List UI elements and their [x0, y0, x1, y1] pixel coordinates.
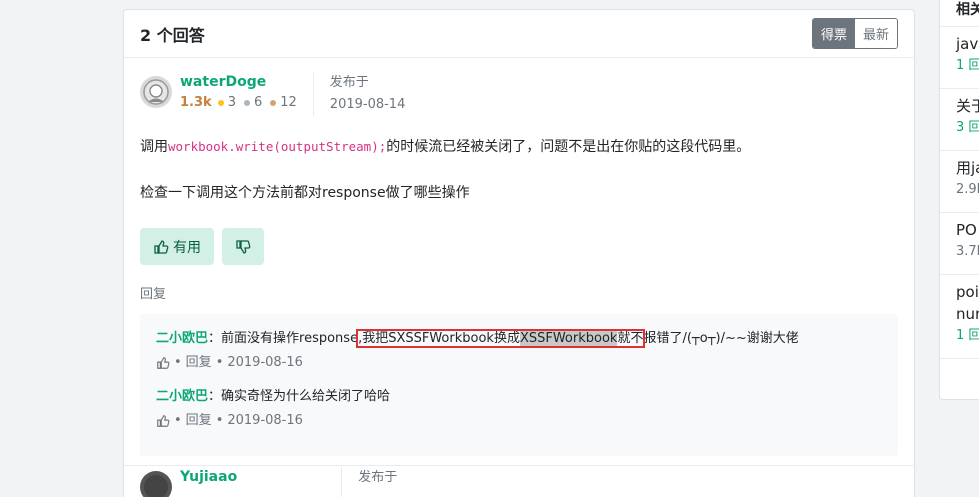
related-question-stat: 3.7k: [956, 244, 979, 259]
comment-body: ,我把SXSSFWorkbook换成: [358, 331, 520, 346]
related-question-item[interactable]: 关于 3 回: [940, 89, 979, 151]
user-avatar-icon: [144, 475, 168, 497]
related-question-stat: 1 回: [956, 58, 979, 73]
related-question-stat: 3 回: [956, 120, 979, 135]
sort-toggle: 得票 最新: [811, 18, 898, 49]
upvote-label: 有用: [173, 239, 201, 256]
related-question-title[interactable]: 用ja: [956, 157, 979, 179]
avatar[interactable]: [140, 76, 172, 108]
answer-item: waterDoge 1.3k 3 6 12 发布于 2019-08-14 调用w…: [124, 58, 914, 456]
sort-by-votes-button[interactable]: 得票: [812, 19, 855, 48]
related-question-title[interactable]: PO: [956, 219, 979, 241]
comment-reply-link[interactable]: 回复: [186, 352, 212, 374]
silver-badge-icon: [243, 100, 250, 106]
thumbs-up-icon: [154, 239, 169, 254]
answer-author-row: waterDoge 1.3k 3 6 12 发布于 2019-08-14: [140, 58, 898, 118]
comments-section: 二小欧巴：前面没有操作response,我把SXSSFWorkbook换成XSS…: [140, 314, 898, 456]
related-question-title[interactable]: java: [956, 33, 979, 55]
meta-separator: •: [174, 355, 182, 370]
related-question-item[interactable]: PO 3.7k: [940, 213, 979, 275]
answer-paragraph: 检查一下调用这个方法前都对response做了哪些操作: [140, 185, 470, 201]
answer-item: Yujiaao 发布于: [140, 467, 397, 497]
comment-body: 就不: [617, 331, 644, 346]
comment-item: 二小欧巴：前面没有操作response,我把SXSSFWorkbook换成XSS…: [156, 326, 882, 374]
publish-info: 发布于 2019-08-14: [330, 72, 406, 116]
upvote-button[interactable]: 有用: [140, 228, 214, 265]
comment-item: 二小欧巴：确实奇怪为什么给关闭了哈哈 • 回复 • 2019-08-16: [156, 384, 882, 432]
comment-like-icon: [157, 357, 170, 369]
comment-text: 二小欧巴：确实奇怪为什么给关闭了哈哈: [156, 384, 882, 410]
publish-label: 发布于: [329, 75, 369, 90]
publish-label: 发布于: [358, 470, 398, 485]
answer-divider: [124, 465, 914, 466]
related-question-item[interactable]: java 1 回: [940, 27, 979, 89]
answers-header: 2 个回答 得票 最新: [124, 10, 914, 58]
related-question-title[interactable]: poi: [956, 281, 979, 303]
comment-body: 报错了/(┬o┬)/~~谢谢大佬: [643, 331, 799, 346]
answer-text: 的时候流已经被关闭了，问题不是出在你贴的这段代码里。: [386, 139, 751, 155]
highlight-box: ,我把SXSSFWorkbook换成XSSFWorkbook就不: [356, 329, 646, 348]
answers-count-title: 2 个回答: [140, 25, 205, 45]
sidebar-heading: 相关: [940, 0, 979, 27]
silver-badge-count: 6: [253, 95, 263, 110]
author-info: waterDoge 1.3k 3 6 12: [180, 72, 297, 114]
related-questions-sidebar: 相关 java 1 回 关于 3 回 用ja 2.9k PO 3.7k poi …: [939, 0, 979, 400]
bronze-badge-icon: [270, 100, 277, 106]
author-info: Yujiaao: [180, 467, 237, 487]
answer-body: 调用workbook.write(outputStream);的时候流已经被关闭…: [140, 136, 898, 204]
gold-badge-count: 3: [227, 95, 236, 110]
meta-separator: •: [215, 355, 224, 370]
author-reputation-line: 1.3k 3 6 12: [180, 92, 297, 114]
thumbs-down-icon: [236, 239, 251, 254]
comment-body: ：前面没有操作response: [208, 331, 359, 346]
answers-card: 2 个回答 得票 最新 waterDoge 1.3k 3 6 12 发布于 20…: [123, 9, 915, 497]
answer-text: 调用: [140, 139, 168, 155]
gold-badge-icon: [217, 100, 224, 106]
publish-date: 2019-08-14: [329, 97, 406, 112]
author-username[interactable]: waterDoge: [180, 72, 297, 92]
comment-like-icon: [157, 415, 170, 427]
related-question-stat: 1 回: [956, 328, 979, 343]
user-avatar-icon: [143, 79, 169, 105]
comment-date: 2019-08-16: [227, 413, 303, 428]
comment-meta: • 回复 • 2019-08-16: [156, 352, 882, 374]
related-question-item[interactable]: 用ja 2.9k: [940, 151, 979, 213]
related-question-item[interactable]: poi nur 1 回: [940, 275, 979, 359]
comment-reply-link[interactable]: 回复: [186, 410, 212, 432]
reply-link[interactable]: 回复: [140, 283, 898, 302]
inline-code: workbook.write(outputStream);: [168, 139, 387, 154]
related-question-stat: 2.9k: [956, 182, 979, 197]
bronze-badge-count: 12: [280, 95, 297, 110]
selected-text: XSSFWorkbook: [519, 331, 618, 346]
avatar[interactable]: [140, 471, 172, 497]
comment-text: 二小欧巴：前面没有操作response,我把SXSSFWorkbook换成XSS…: [156, 326, 882, 352]
reputation-score: 1.3k: [180, 95, 212, 110]
meta-separator: •: [174, 413, 182, 428]
comment-username[interactable]: 二小欧巴: [156, 389, 208, 404]
downvote-button[interactable]: [222, 228, 264, 265]
author-divider: [312, 72, 314, 116]
vote-actions: 有用: [140, 228, 898, 265]
related-question-title[interactable]: 关于: [956, 95, 979, 117]
related-question-title-cont[interactable]: nur: [956, 303, 979, 325]
comment-username[interactable]: 二小欧巴: [156, 331, 208, 346]
author-username[interactable]: Yujiaao: [180, 467, 237, 487]
sort-by-newest-button[interactable]: 最新: [854, 19, 897, 48]
comment-meta: • 回复 • 2019-08-16: [156, 410, 882, 432]
author-divider: [341, 467, 343, 497]
meta-separator: •: [215, 413, 224, 428]
comment-body: ：确实奇怪为什么给关闭了哈哈: [208, 389, 391, 404]
answer-paragraph: 调用workbook.write(outputStream);的时候流已经被关闭…: [140, 136, 898, 158]
comment-date: 2019-08-16: [227, 355, 303, 370]
